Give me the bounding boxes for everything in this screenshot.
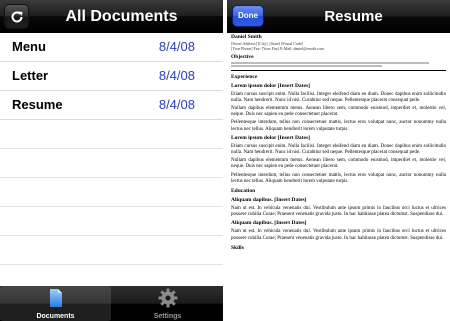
list-item-menu[interactable]: Menu 8/4/08 bbox=[0, 33, 223, 62]
job-heading: Lorem ipsum dolor [Insert Dates] bbox=[231, 82, 310, 89]
documents-screen: All Documents Menu 8/4/08 Letter 8/4/08 … bbox=[0, 0, 223, 321]
empty-row bbox=[0, 120, 223, 149]
empty-row bbox=[0, 178, 223, 207]
job-paragraph: Pellentesque interdum, tellus non consec… bbox=[231, 172, 446, 184]
section-heading-education: Education bbox=[231, 187, 256, 194]
page-title: Resume bbox=[324, 8, 383, 25]
document-view[interactable]: Daniel Smith [Street Address] [City], [S… bbox=[227, 33, 450, 321]
tab-settings[interactable]: Settings bbox=[112, 286, 223, 321]
education-heading: Aliquam dapibus. [Insert Dates] bbox=[231, 196, 307, 203]
empty-row bbox=[0, 207, 223, 236]
empty-row bbox=[0, 236, 223, 265]
document-date: 8/4/08 bbox=[158, 39, 195, 54]
job-paragraph: Nullam dapibus elementum metus. Aenean l… bbox=[231, 158, 446, 170]
tab-bar: Documents Settings bbox=[0, 286, 223, 321]
document-date: 8/4/08 bbox=[158, 68, 195, 83]
section-heading-skills: Skills bbox=[231, 244, 244, 251]
gear-icon bbox=[158, 288, 177, 308]
objective-text-placeholder bbox=[231, 61, 446, 67]
list-item-letter[interactable]: Letter 8/4/08 bbox=[0, 62, 223, 91]
divider bbox=[231, 69, 446, 71]
document-name: Menu bbox=[12, 39, 46, 54]
job-heading: Lorem ipsum dolor [Insert Dates] bbox=[231, 134, 310, 141]
resume-contact: [Your Phone] Fax: [Your Fax] E-Mail: dan… bbox=[231, 45, 324, 51]
document-name: Resume bbox=[12, 97, 63, 112]
education-heading: Aliquam dapibus. [Insert Dates] bbox=[231, 220, 307, 227]
job-paragraph: Etiam cursus suscipit enim. Nulla facili… bbox=[231, 91, 446, 103]
refresh-icon bbox=[11, 11, 23, 23]
navigation-bar: Done Resume bbox=[227, 0, 450, 33]
tab-label: Settings bbox=[153, 313, 182, 320]
document-date: 8/4/08 bbox=[158, 97, 195, 112]
section-heading-experience: Experience bbox=[231, 73, 258, 80]
refresh-button[interactable] bbox=[4, 4, 29, 29]
page-title: All Documents bbox=[65, 8, 178, 25]
list-item-resume[interactable]: Resume 8/4/08 bbox=[0, 91, 223, 120]
education-paragraph: Nam ut est. In vehicula venenatis dui. V… bbox=[231, 229, 446, 241]
section-heading-objective: Objective bbox=[231, 53, 254, 60]
navigation-bar: All Documents bbox=[0, 0, 223, 33]
document-icon bbox=[49, 289, 62, 307]
job-paragraph: Pellentesque interdum, tellus non consec… bbox=[231, 120, 446, 132]
tab-label: Documents bbox=[36, 313, 75, 320]
job-paragraph: Nullam dapibus elementum metus. Aenean l… bbox=[231, 105, 446, 118]
document-name: Letter bbox=[12, 68, 49, 83]
done-button[interactable]: Done bbox=[232, 5, 264, 27]
document-list: Menu 8/4/08 Letter 8/4/08 Resume 8/4/08 bbox=[0, 33, 223, 265]
education-paragraph: Nam ut est. In vehicula venenatis dui. V… bbox=[231, 205, 446, 218]
tab-documents[interactable]: Documents bbox=[0, 286, 111, 321]
resume-screen: Done Resume Daniel Smith [Street Address… bbox=[227, 0, 450, 321]
empty-row bbox=[0, 149, 223, 178]
job-paragraph: Etiam cursus suscipit enim. Nulla facili… bbox=[231, 143, 446, 155]
